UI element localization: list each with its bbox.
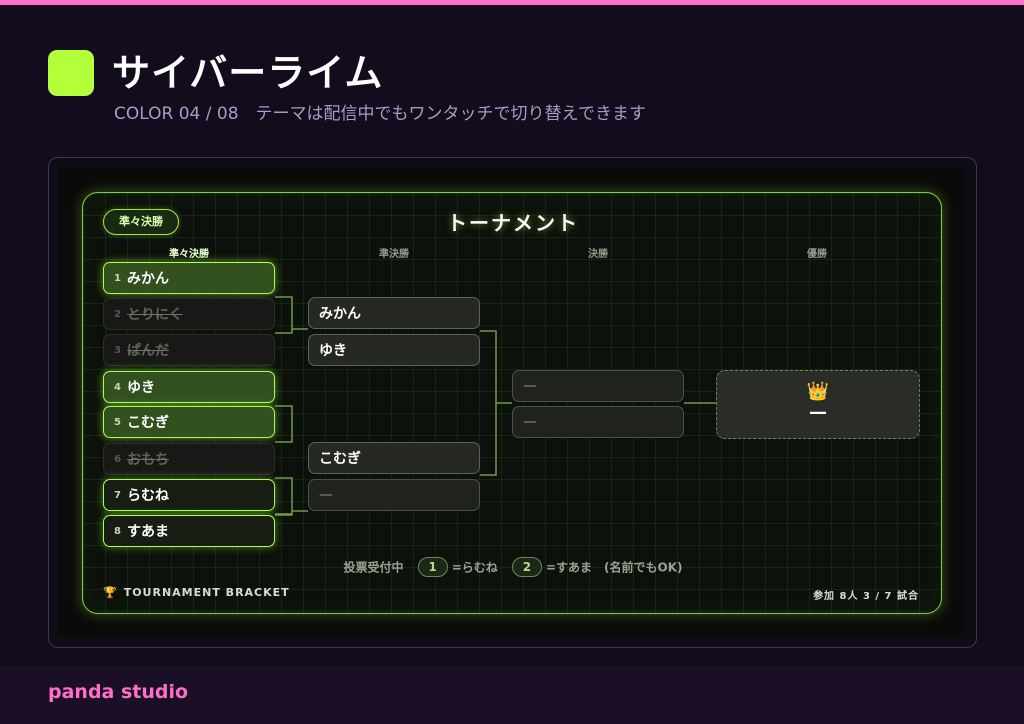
qf-slot-2[interactable]: 2 とりにく (103, 298, 275, 330)
player-name: こむぎ (126, 415, 169, 431)
trophy-icon: 🏆 (103, 586, 118, 599)
qf-slot-4[interactable]: 4 ゆき (103, 371, 275, 403)
column-header-final: 決勝 (588, 249, 608, 260)
vote-label: 投票受付中 (343, 560, 404, 575)
page-title: サイバーライム (112, 51, 384, 95)
seed-number: 5 (114, 416, 121, 428)
vote-option-1-badge: 1 (417, 557, 448, 577)
footer-label: 🏆 TOURNAMENT BRACKET (103, 586, 290, 599)
sf-slot-2[interactable]: ゆき (308, 334, 480, 366)
seed-number: 2 (114, 308, 121, 320)
vote-info: 投票受付中 1 =らむね 2 =すあま (名前でもOK) (83, 557, 941, 577)
top-accent-bar (0, 0, 1024, 5)
player-name: らむね (126, 488, 169, 504)
player-name: — (523, 378, 537, 394)
seed-number: 6 (114, 453, 121, 465)
player-name: みかん (319, 306, 361, 322)
page-subtitle: COLOR 04 / 08 テーマは配信中でもワンタッチで切り替えできます (114, 104, 647, 124)
tournament-card: 準々決勝 トーナメント 準々決勝 準決勝 決勝 優勝 1 みかん 2 とりにく … (82, 192, 942, 614)
player-name: とりにく (126, 307, 183, 323)
player-name: みかん (126, 271, 169, 287)
qf-slot-5[interactable]: 5 こむぎ (103, 406, 275, 438)
player-name: ぱんだ (126, 343, 169, 359)
player-name: ゆき (126, 380, 155, 396)
seed-number: 7 (114, 489, 121, 501)
qf-slot-3[interactable]: 3 ぱんだ (103, 334, 275, 366)
card-title: トーナメント (447, 211, 579, 235)
vote-option-2-text: =すあま (名前でもOK) (545, 560, 683, 575)
seed-number: 8 (114, 525, 121, 537)
qf-slot-1[interactable]: 1 みかん (103, 262, 275, 294)
player-name: — (319, 487, 333, 503)
sf-slot-4[interactable]: — (308, 479, 480, 511)
sf-slot-1[interactable]: みかん (308, 297, 480, 329)
crown-icon: 👑 (806, 381, 830, 402)
color-swatch (48, 50, 94, 96)
brand-name: panda studio (48, 681, 189, 703)
column-header-semifinal: 準決勝 (379, 249, 409, 260)
qf-slot-6[interactable]: 6 おもち (103, 443, 275, 475)
qf-slot-7[interactable]: 7 らむね (103, 479, 275, 511)
seed-number: 1 (114, 272, 121, 284)
match-progress: 参加 8人 3 / 7 試合 (813, 591, 919, 602)
player-name: すあま (126, 524, 169, 540)
player-name: ゆき (319, 343, 347, 359)
sf-slot-3[interactable]: こむぎ (308, 442, 480, 474)
vote-option-2-badge: 2 (511, 557, 542, 577)
column-header-quarterfinal: 準々決勝 (169, 249, 209, 260)
player-name: — (523, 414, 537, 430)
player-name: こむぎ (319, 451, 361, 467)
footer-left-text: TOURNAMENT BRACKET (123, 586, 290, 599)
final-slot-1[interactable]: — (512, 370, 684, 402)
champion-box[interactable]: 👑 — (716, 370, 920, 439)
champion-name: — (809, 402, 827, 423)
vote-option-1-text: =らむね (451, 560, 498, 575)
qf-slot-8[interactable]: 8 すあま (103, 515, 275, 547)
seed-number: 3 (114, 344, 121, 356)
final-slot-2[interactable]: — (512, 406, 684, 438)
player-name: おもち (126, 452, 169, 468)
seed-number: 4 (114, 381, 121, 393)
column-header-champion: 優勝 (807, 249, 827, 260)
